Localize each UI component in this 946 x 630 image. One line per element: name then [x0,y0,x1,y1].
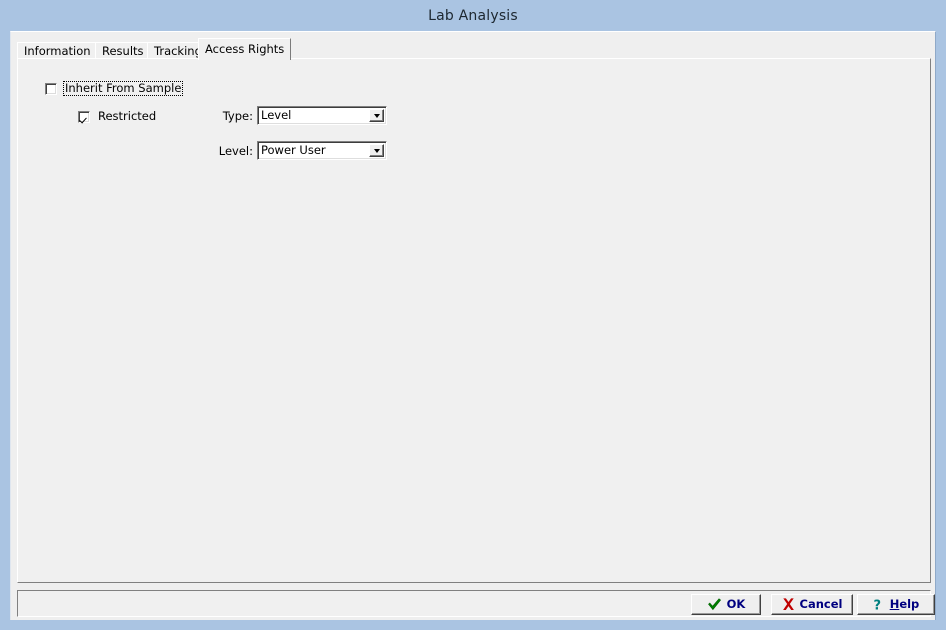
level-combobox-value: Power User [261,143,326,157]
tab-information[interactable]: Information [17,42,98,59]
inherit-from-sample-checkbox[interactable] [45,82,57,95]
dialog-button-bar: OK Cancel ? Help [17,590,935,617]
window-frame-left [0,0,10,630]
client-area: Information Results Tracking Access Righ… [10,31,936,620]
help-button-label: Help [890,598,920,611]
level-label: Level: [218,143,253,158]
svg-text:?: ? [873,598,881,612]
ok-button-label: OK [726,597,746,611]
inherit-from-sample-row[interactable]: Inherit From Sample [45,81,184,96]
inherit-from-sample-label: Inherit From Sample [63,81,184,96]
window-frame-bottom [0,620,946,630]
type-combobox[interactable]: Level [257,106,387,125]
restricted-row[interactable]: Restricted [78,109,158,124]
title-bar: Lab Analysis [0,0,946,31]
chevron-down-icon[interactable] [369,109,384,122]
check-icon [707,598,721,611]
help-button[interactable]: ? Help [857,594,935,615]
type-field-row: Type: Level [218,106,387,125]
type-label: Type: [222,108,253,123]
tab-content-panel: Inherit From Sample Restricted Type: Lev… [17,58,931,583]
restricted-checkbox[interactable] [78,110,90,123]
tab-access-rights[interactable]: Access Rights [198,38,292,60]
ok-button[interactable]: OK [691,594,761,615]
window-title: Lab Analysis [428,7,518,24]
question-mark-icon: ? [873,598,881,612]
dialog-window: Lab Analysis Information Results Trackin… [0,0,946,630]
x-icon [782,598,794,610]
chevron-down-icon[interactable] [369,144,384,157]
level-combobox[interactable]: Power User [257,141,387,160]
help-accel-letter: H [889,597,900,611]
help-label-rest: elp [899,597,920,611]
tab-results[interactable]: Results [95,42,151,59]
tab-strip: Information Results Tracking Access Righ… [17,38,931,60]
type-combobox-value: Level [261,108,292,122]
restricted-label: Restricted [98,109,157,123]
window-frame-right [936,0,946,630]
cancel-button-label: Cancel [799,597,843,611]
cancel-button[interactable]: Cancel [771,594,853,615]
level-field-row: Level: Power User [218,141,387,160]
